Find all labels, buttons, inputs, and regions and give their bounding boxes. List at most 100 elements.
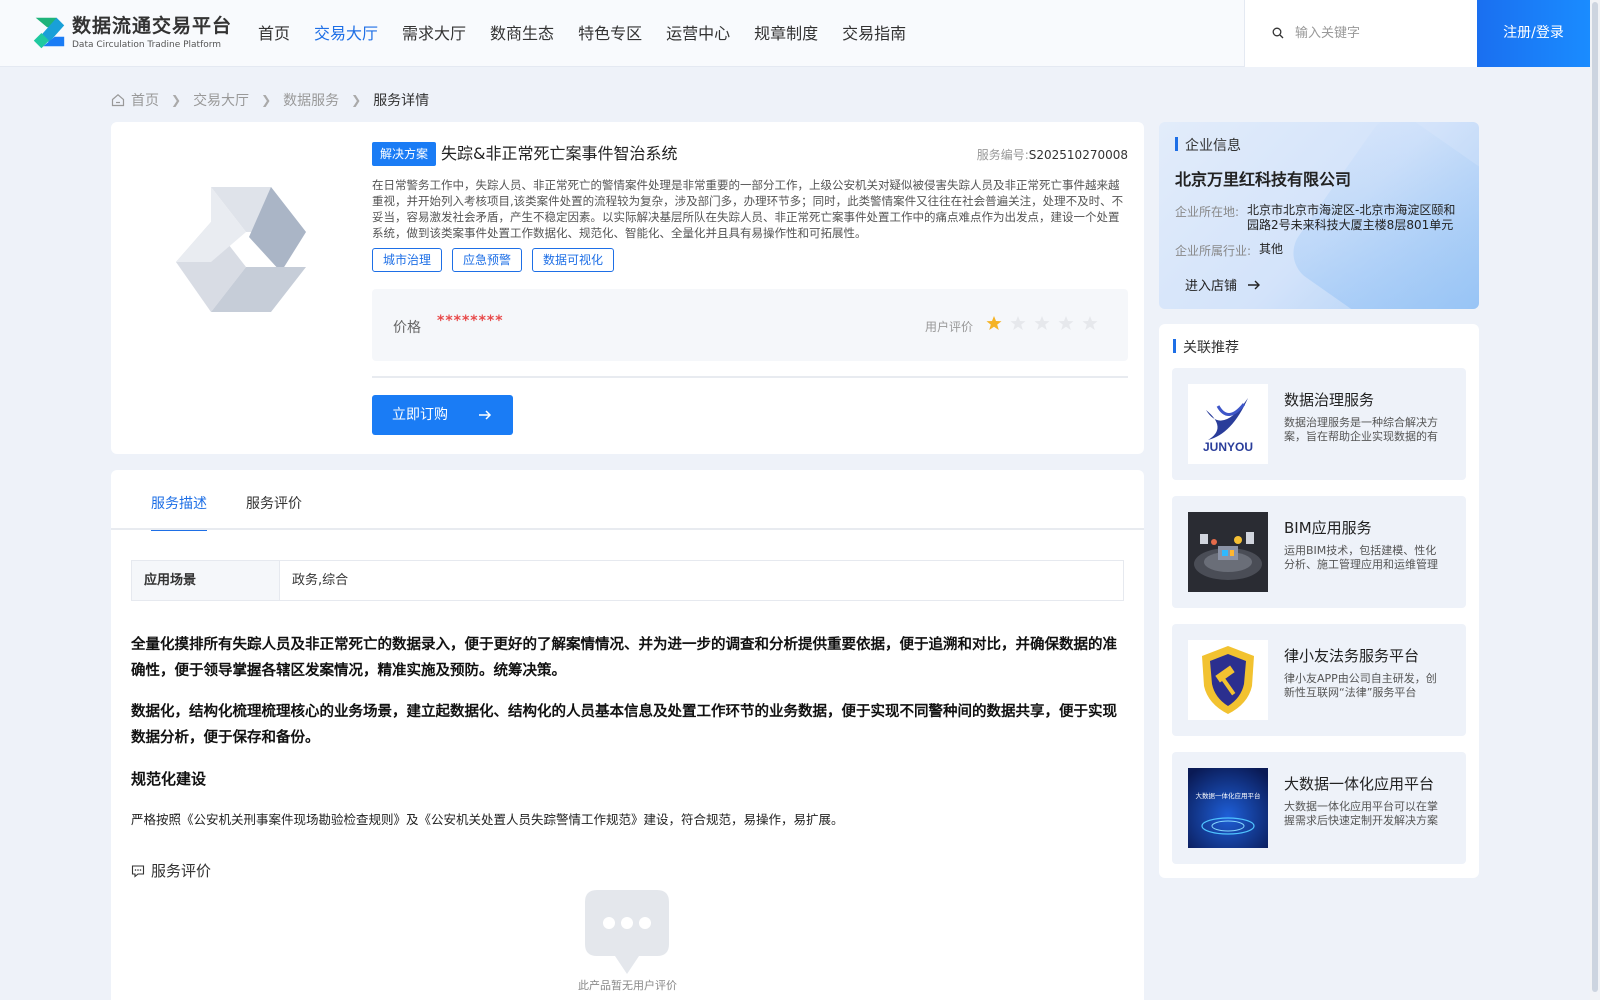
product-header: 解决方案 失踪&非正常死亡案事件智治系统 服务编号:S202510270008	[372, 141, 1128, 167]
chevron-right-icon: ❯	[171, 93, 182, 107]
nav-item-home[interactable]: 首页	[258, 0, 290, 67]
service-number: 服务编号:S202510270008	[977, 146, 1128, 163]
recommend-item-desc: 大数据一体化应用平台可以在掌握需求后快速定制开发解决方案	[1284, 800, 1438, 827]
service-number-label: 服务编号:	[976, 148, 1029, 162]
breadcrumb: 首页 ❯ 交易大厅 ❯ 数据服务 ❯ 服务详情	[111, 90, 433, 110]
related-recommendations: 关联推荐 JUNYOU 数据治理服务 数据治理服务是一种综合解决方案，旨在帮助企…	[1159, 324, 1479, 878]
recommend-item-desc: 运用BIM技术，包括建模、性化分析、施工管理应用和运维管理等服务	[1284, 544, 1438, 571]
site-logo[interactable]: 数据流通交易平台 Data Circulation Tradine Platfo…	[30, 14, 232, 52]
scene-key: 应用场景	[132, 561, 280, 600]
empty-comment-icon	[585, 890, 669, 974]
service-detail-card: 服务描述 服务评价 应用场景 政务,综合 全量化摸排所有失踪人员及非正常死亡的数…	[111, 470, 1144, 1000]
home-icon	[111, 94, 125, 107]
bigdata-poster-graphic: 大数据一体化应用平台	[1188, 768, 1268, 848]
breadcrumb-current: 服务详情	[373, 93, 430, 109]
page-scrollbar-thumb[interactable]	[1592, 2, 1598, 992]
junyou-logo: JUNYOU	[1188, 384, 1268, 464]
recommend-item[interactable]: BIM应用服务 运用BIM技术，包括建模、性化分析、施工管理应用和运维管理等服务	[1172, 496, 1466, 608]
bigdata-poster-text: 大数据一体化应用平台	[1196, 791, 1261, 800]
enterprise-industry: 其他	[1259, 242, 1284, 256]
nav-item-demand-hall[interactable]: 需求大厅	[402, 0, 466, 67]
breadcrumb-data-service[interactable]: 数据服务	[283, 90, 339, 110]
search-icon[interactable]	[1272, 27, 1284, 39]
arrow-right-icon	[1248, 280, 1261, 289]
recommend-item-name: 律小友法务服务平台	[1284, 647, 1420, 665]
search-box	[1244, 0, 1477, 67]
detail-paragraph-2: 数据化，结构化梳理梳理核心的业务场景，建立起数据化、结构化的人员基本信息及处置工…	[131, 704, 1117, 746]
price-panel: 价格 ******** 用户评价	[372, 289, 1128, 361]
arrow-right-icon	[479, 410, 492, 420]
logo-subtitle: Data Circulation Tradine Platform	[72, 40, 222, 50]
recommend-item-desc: 数据治理服务是一种综合解决方案，旨在帮助企业实现数据的有效管理与利用	[1284, 416, 1438, 443]
recommend-item-desc: 律小友APP由公司自主研发，创新性互联网“法律”服务平台	[1284, 672, 1437, 699]
solution-tag: 解决方案	[372, 142, 437, 166]
detail-tabs: 服务描述 服务评价	[151, 470, 341, 531]
product-card: 解决方案 失踪&非正常死亡案事件智治系统 服务编号:S202510270008 …	[111, 122, 1144, 454]
enter-shop-link[interactable]: 进入店铺	[1185, 275, 1261, 294]
scene-value: 政务,综合	[292, 573, 349, 588]
shield-hammer-logo	[1188, 640, 1268, 720]
nav-item-operations[interactable]: 运营中心	[666, 0, 730, 67]
tab-divider	[111, 528, 1144, 530]
bim-scene-graphic	[1188, 512, 1268, 592]
comment-icon	[131, 864, 145, 878]
service-number-value: S202510270008	[1028, 148, 1128, 162]
top-navigation-bar: 数据流通交易平台 Data Circulation Tradine Platfo…	[0, 0, 1590, 67]
logo-title: 数据流通交易平台	[72, 15, 233, 37]
nav-item-trading-hall[interactable]: 交易大厅	[314, 0, 378, 67]
star-icon	[1034, 316, 1050, 330]
enterprise-info-card: 企业信息 北京万里红科技有限公司 企业所在地: 北京市北京市海淀区-北京市海淀区…	[1159, 122, 1479, 309]
junyou-logo-text: JUNYOU	[1203, 440, 1253, 454]
rating-stars	[986, 315, 1106, 331]
tag-emergency-warning[interactable]: 应急预警	[452, 248, 523, 272]
tab-service-reviews[interactable]: 服务评价	[246, 470, 302, 530]
recommend-item[interactable]: JUNYOU 数据治理服务 数据治理服务是一种综合解决方案，旨在帮助企业实现数据…	[1172, 368, 1466, 480]
nav-item-guide[interactable]: 交易指南	[842, 0, 906, 67]
star-icon	[1058, 316, 1074, 330]
review-section-title: 服务评价	[131, 860, 211, 881]
enterprise-section-title: 企业信息	[1175, 135, 1241, 155]
chevron-right-icon: ❯	[261, 93, 272, 107]
logo-text: 数据流通交易平台 Data Circulation Tradine Platfo…	[72, 15, 232, 51]
detail-paragraph-1: 全量化摸排所有失踪人员及非正常死亡的数据录入，便于更好的了解案情情况、并为进一步…	[131, 637, 1117, 679]
buy-now-button[interactable]: 立即订购	[372, 395, 513, 435]
bim-scene-image	[1188, 512, 1268, 592]
recommend-item[interactable]: 大数据一体化应用平台 大数据一体化应用平台 大数据一体化应用平台可以在掌握需求后…	[1172, 752, 1466, 864]
star-icon	[1010, 316, 1026, 330]
tag-city-governance[interactable]: 城市治理	[372, 248, 443, 272]
product-image	[176, 187, 306, 312]
chevron-right-icon: ❯	[351, 93, 362, 107]
review-title: 服务评价	[151, 862, 212, 880]
tab-service-description[interactable]: 服务描述	[151, 470, 207, 531]
login-register-button[interactable]: 注册/登录	[1477, 0, 1590, 67]
detail-heading: 规范化建设	[131, 770, 207, 788]
enter-shop-label: 进入店铺	[1185, 279, 1238, 294]
nav-item-ecosystem[interactable]: 数商生态	[490, 0, 554, 67]
nav-item-featured[interactable]: 特色专区	[578, 0, 642, 67]
rating-label: 用户评价	[925, 320, 974, 334]
tag-data-visualization[interactable]: 数据可视化	[532, 248, 615, 272]
enterprise-location-label: 企业所在地:	[1175, 205, 1240, 219]
enterprise-location: 北京市北京市海淀区-北京市海淀区颐和园路2号未来科技大厦主楼8层801单元	[1247, 203, 1456, 232]
shield-hammer-icon	[1202, 646, 1254, 714]
search-input[interactable]	[1295, 22, 1465, 44]
enterprise-location-row: 企业所在地: 北京市北京市海淀区-北京市海淀区颐和园路2号未来科技大厦主楼8层8…	[1175, 203, 1465, 233]
recommend-item[interactable]: 律小友法务服务平台 律小友APP由公司自主研发，创新性互联网“法律”服务平台	[1172, 624, 1466, 736]
detail-paragraph-3: 严格按照《公安机关刑事案件现场勘验检查规则》及《公安机关处置人员失踪警情工作规范…	[131, 812, 844, 827]
price-value: ********	[437, 313, 504, 329]
recommend-item-name: BIM应用服务	[1284, 519, 1372, 537]
empty-reviews-text: 此产品暂无用户评价	[578, 979, 677, 992]
logo-icon	[33, 17, 65, 49]
nav-item-rules[interactable]: 规章制度	[754, 0, 818, 67]
star-icon	[986, 316, 1002, 330]
breadcrumb-home[interactable]: 首页	[131, 90, 159, 110]
recommend-item-name: 大数据一体化应用平台	[1284, 775, 1435, 793]
recommend-item-name: 数据治理服务	[1284, 391, 1375, 409]
recommend-section-title: 关联推荐	[1173, 337, 1239, 357]
main-nav: 首页 交易大厅 需求大厅 数商生态 特色专区 运营中心 规章制度 交易指南	[258, 0, 930, 67]
bigdata-poster: 大数据一体化应用平台	[1188, 768, 1268, 848]
star-icon	[1082, 316, 1098, 330]
divider	[372, 376, 1128, 378]
buy-now-label: 立即订购	[392, 407, 448, 423]
breadcrumb-trading-hall[interactable]: 交易大厅	[193, 90, 249, 110]
